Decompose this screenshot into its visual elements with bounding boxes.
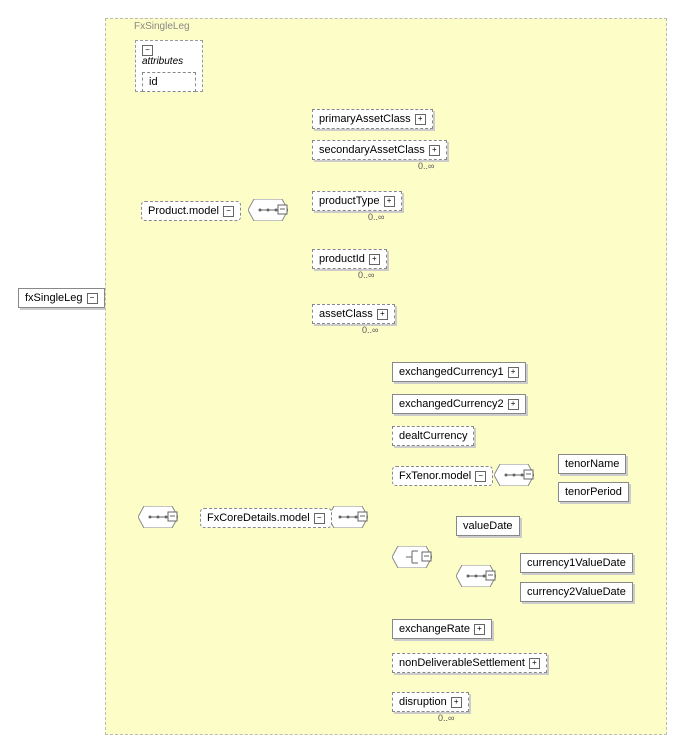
attr-id: id <box>142 72 196 92</box>
cardinality: 0..∞ <box>368 212 384 222</box>
minus-icon[interactable]: − <box>475 471 486 482</box>
fxcore-model: FxCoreDetails.model− <box>200 508 332 528</box>
plus-icon[interactable]: + <box>508 367 519 378</box>
choice-icon <box>392 546 432 571</box>
plus-icon[interactable]: + <box>415 114 426 125</box>
minus-icon[interactable]: − <box>87 293 98 304</box>
sequence-icon <box>328 506 368 531</box>
dealt-currency: dealtCurrency <box>392 426 474 446</box>
label: productType <box>319 195 380 207</box>
exchanged-currency1: exchangedCurrency1 + <box>392 362 526 382</box>
label: FxCoreDetails.model <box>207 512 310 524</box>
minus-icon[interactable]: − <box>142 45 153 56</box>
label: productId <box>319 253 365 265</box>
label: exchangeRate <box>399 623 470 635</box>
sequence-icon <box>138 506 178 531</box>
cardinality: 0..∞ <box>362 325 378 335</box>
exchange-rate: exchangeRate + <box>392 619 492 639</box>
disruption: disruption + <box>392 692 469 712</box>
non-deliverable-settlement: nonDeliverableSettlement + <box>392 653 547 673</box>
label: disruption <box>399 696 447 708</box>
label: assetClass <box>319 308 373 320</box>
label: secondaryAssetClass <box>319 144 425 156</box>
label: FxTenor.model <box>399 470 471 482</box>
tenor-name: tenorName <box>558 454 626 474</box>
minus-icon[interactable]: − <box>314 513 325 524</box>
asset-class: assetClass + <box>312 304 395 324</box>
currency1-value-date: currency1ValueDate <box>520 553 633 573</box>
type-name: FxSingleLeg <box>134 21 190 32</box>
plus-icon[interactable]: + <box>451 697 462 708</box>
attributes-header: attributes <box>142 56 183 67</box>
secondary-asset-class: secondaryAssetClass + <box>312 140 447 160</box>
label: primaryAssetClass <box>319 113 411 125</box>
tenor-period: tenorPeriod <box>558 482 629 502</box>
plus-icon[interactable]: + <box>377 309 388 320</box>
plus-icon[interactable]: + <box>384 196 395 207</box>
plus-icon[interactable]: + <box>429 145 440 156</box>
product-type: productType + <box>312 191 402 211</box>
root-label: fxSingleLeg <box>25 292 83 304</box>
value-date: valueDate <box>456 516 520 536</box>
product-model-label: Product.model <box>148 205 219 217</box>
cardinality: 0..∞ <box>438 713 454 723</box>
plus-icon[interactable]: + <box>474 624 485 635</box>
product-model: Product.model− <box>141 201 241 221</box>
root-element: fxSingleLeg− <box>18 288 105 308</box>
attributes-box: −attributes id <box>135 40 203 92</box>
primary-asset-class: primaryAssetClass + <box>312 109 433 129</box>
fxtenor-model: FxTenor.model− <box>392 466 493 486</box>
cardinality: 0..∞ <box>418 161 434 171</box>
plus-icon[interactable]: + <box>369 254 380 265</box>
sequence-icon <box>494 464 534 489</box>
sequence-icon <box>248 199 288 224</box>
plus-icon[interactable]: + <box>529 658 540 669</box>
label: exchangedCurrency2 <box>399 398 504 410</box>
currency2-value-date: currency2ValueDate <box>520 582 633 602</box>
cardinality: 0..∞ <box>358 270 374 280</box>
minus-icon[interactable]: − <box>223 206 234 217</box>
label: nonDeliverableSettlement <box>399 657 525 669</box>
product-id: productId + <box>312 249 387 269</box>
plus-icon[interactable]: + <box>508 399 519 410</box>
sequence-icon <box>456 565 496 590</box>
exchanged-currency2: exchangedCurrency2 + <box>392 394 526 414</box>
label: exchangedCurrency1 <box>399 366 504 378</box>
